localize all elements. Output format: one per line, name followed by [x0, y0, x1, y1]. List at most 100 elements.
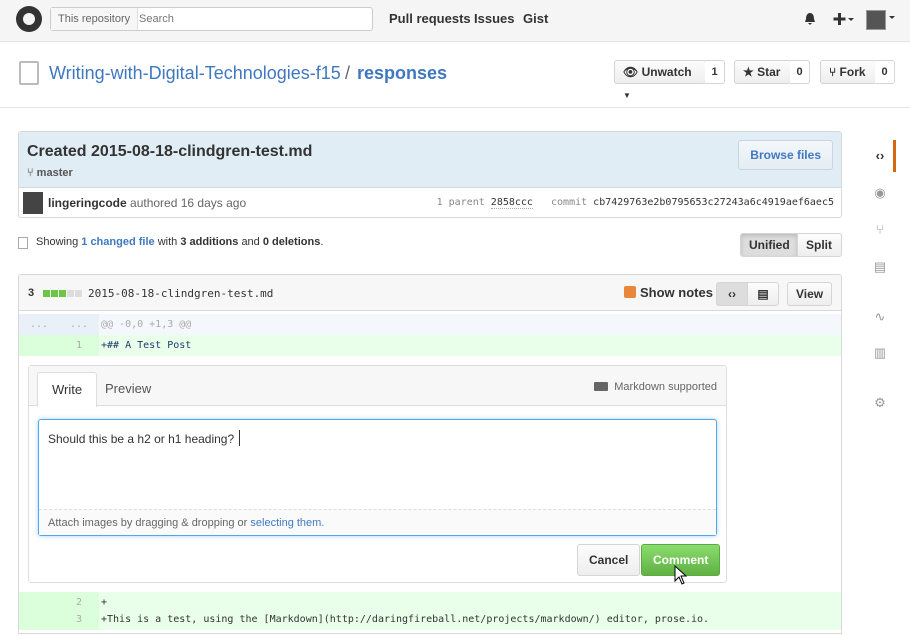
fork-button[interactable]: ⑂ Fork	[820, 60, 876, 84]
github-logo-icon[interactable]	[16, 6, 42, 32]
pulse-icon[interactable]: ∿	[873, 310, 887, 324]
repo-owner-link[interactable]: Writing-with-Digital-Technologies-f15	[49, 63, 341, 84]
unwatch-button[interactable]: 👁 Unwatch ▼	[614, 60, 706, 100]
bell-icon[interactable]	[803, 12, 817, 26]
toc-and: and	[241, 236, 260, 248]
code-icon[interactable]: ‹›	[873, 149, 887, 163]
nav-pull-requests[interactable]: Pull requests	[389, 11, 471, 26]
diff-count: 3	[28, 287, 35, 299]
browse-files-button[interactable]: Browse files	[738, 140, 833, 170]
show-notes-checkbox[interactable]	[624, 286, 636, 298]
old-line-num	[19, 609, 59, 630]
changed-files-link[interactable]: 1 changed file	[81, 236, 154, 248]
code-icon: ‹›	[728, 287, 736, 301]
commit-author: lingeringcode authored 16 days ago	[48, 196, 246, 210]
commit-meta: 1 parent 2858ccc commit cb7429763e2b0795…	[436, 197, 834, 209]
issue-icon[interactable]: ◉	[873, 186, 887, 200]
cancel-button[interactable]: Cancel	[577, 544, 641, 576]
unwatch-label: Unwatch	[641, 65, 692, 79]
search-input[interactable]	[139, 11, 359, 27]
tab-preview[interactable]: Preview	[105, 372, 151, 406]
fork-count[interactable]: 0	[875, 60, 895, 84]
hunk-header: @@ -0,0 +1,3 @@	[101, 319, 192, 330]
site-header: This repository Pull requests Issues Gis…	[0, 0, 910, 42]
toc-deletions: 0 deletions	[262, 236, 321, 248]
fork-icon: ⑂	[829, 65, 837, 79]
new-line-num[interactable]: 1	[59, 335, 99, 356]
branch-label: ⑂ master	[27, 167, 73, 179]
selected-indicator	[893, 140, 896, 172]
star-icon: ★	[743, 65, 754, 79]
parent-sha-link[interactable]: 2858ccc	[490, 197, 533, 209]
view-file-button[interactable]: View	[787, 282, 833, 306]
branch-name[interactable]: master	[37, 167, 73, 179]
diffstat-block	[67, 290, 74, 297]
unified-button[interactable]: Unified	[740, 233, 798, 257]
tab-write[interactable]: Write	[37, 372, 98, 407]
parent-label: 1 parent	[436, 197, 485, 208]
chevron-down-icon: ▼	[623, 91, 631, 100]
search-box[interactable]: This repository	[50, 7, 373, 31]
line-code: +This is a test, using the [Markdown](ht…	[101, 614, 710, 625]
star-button[interactable]: ★ Star	[734, 60, 791, 84]
wiki-icon[interactable]: ▤	[873, 260, 887, 274]
diffstat-block	[75, 290, 82, 297]
authored-text: authored 16 days ago	[130, 196, 247, 210]
comment-tabs: Write Preview Markdown supported	[29, 366, 726, 407]
markdown-icon	[594, 382, 608, 391]
avatar[interactable]	[866, 10, 886, 30]
commit-sha: cb7429763e2b0795653c27243a6c4919aef6aec5	[593, 197, 834, 208]
toc-additions: 3 additions	[180, 236, 239, 248]
file-name[interactable]: 2015-08-18-clindgren-test.md	[88, 287, 273, 300]
pull-request-icon[interactable]: ⑂	[873, 223, 887, 237]
diff-line: 3 +This is a test, using the [Markdown](…	[19, 609, 841, 630]
search-scope-label: This repository	[51, 8, 139, 30]
toc-with: with	[157, 236, 178, 248]
comment-textarea[interactable]: Should this be a h2 or h1 heading? Attac…	[38, 419, 717, 536]
file-text-icon: ▤	[757, 287, 769, 301]
hunk-new-num[interactable]: ...	[59, 314, 99, 335]
code-view-button[interactable]: ‹›	[716, 282, 748, 306]
commit-title: Created 2015-08-18-clindgren-test.md	[27, 143, 313, 160]
plus-icon[interactable]	[833, 12, 855, 26]
toc-showing: Showing	[36, 236, 79, 248]
comment-text: Should this be a h2 or h1 heading?	[48, 432, 235, 446]
attach-area[interactable]: Attach images by dragging & dropping or …	[39, 509, 716, 535]
graph-icon[interactable]: ▥	[873, 346, 887, 360]
watch-count[interactable]: 1	[705, 60, 725, 84]
author-link[interactable]: lingeringcode	[48, 196, 127, 210]
star-count[interactable]: 0	[790, 60, 810, 84]
rich-diff-button[interactable]: ▤	[747, 282, 779, 306]
split-button[interactable]: Split	[797, 233, 842, 257]
commit-header: Created 2015-08-18-clindgren-test.md ⑂ m…	[19, 132, 841, 188]
repo-sidebar: ‹› ◉ ⑂ ▤ ∿ ▥ ⚙	[863, 132, 896, 432]
commit-label: commit	[551, 197, 588, 208]
file-diff: 3 2015-08-18-clindgren-test.md Show note…	[18, 274, 842, 634]
fork-label: Fork	[839, 65, 866, 79]
nav-issues[interactable]: Issues	[474, 11, 514, 26]
attach-text: Attach images by dragging & dropping or	[48, 517, 248, 529]
comment-form: Write Preview Markdown supported Should …	[28, 365, 727, 583]
repo-icon	[19, 61, 39, 85]
old-line-num	[19, 335, 59, 356]
author-avatar[interactable]	[23, 192, 43, 214]
branch-icon: ⑂	[27, 167, 34, 179]
hunk-row: ... ... @@ -0,0 +1,3 @@	[19, 314, 841, 335]
markdown-supported-link[interactable]: Markdown supported	[614, 381, 717, 393]
diffstat-block	[43, 290, 50, 297]
hunk-old-num[interactable]: ...	[19, 314, 59, 335]
select-files-link[interactable]: selecting them.	[250, 517, 324, 529]
file-header: 3 2015-08-18-clindgren-test.md Show note…	[19, 275, 841, 311]
star-label: Star	[757, 65, 781, 79]
line-code: +## A Test Post	[101, 340, 192, 351]
text-caret	[239, 430, 240, 446]
new-line-num[interactable]: 3	[59, 609, 99, 630]
nav-gist[interactable]: Gist	[523, 11, 548, 26]
mouse-cursor-icon	[674, 565, 688, 585]
show-notes-label[interactable]: Show notes	[640, 285, 713, 300]
diffstat-block	[59, 290, 66, 297]
settings-icon[interactable]: ⚙	[873, 396, 887, 410]
chevron-down-icon	[889, 16, 895, 19]
eye-icon: 👁	[623, 65, 639, 79]
repo-name-link[interactable]: responses	[357, 63, 447, 84]
